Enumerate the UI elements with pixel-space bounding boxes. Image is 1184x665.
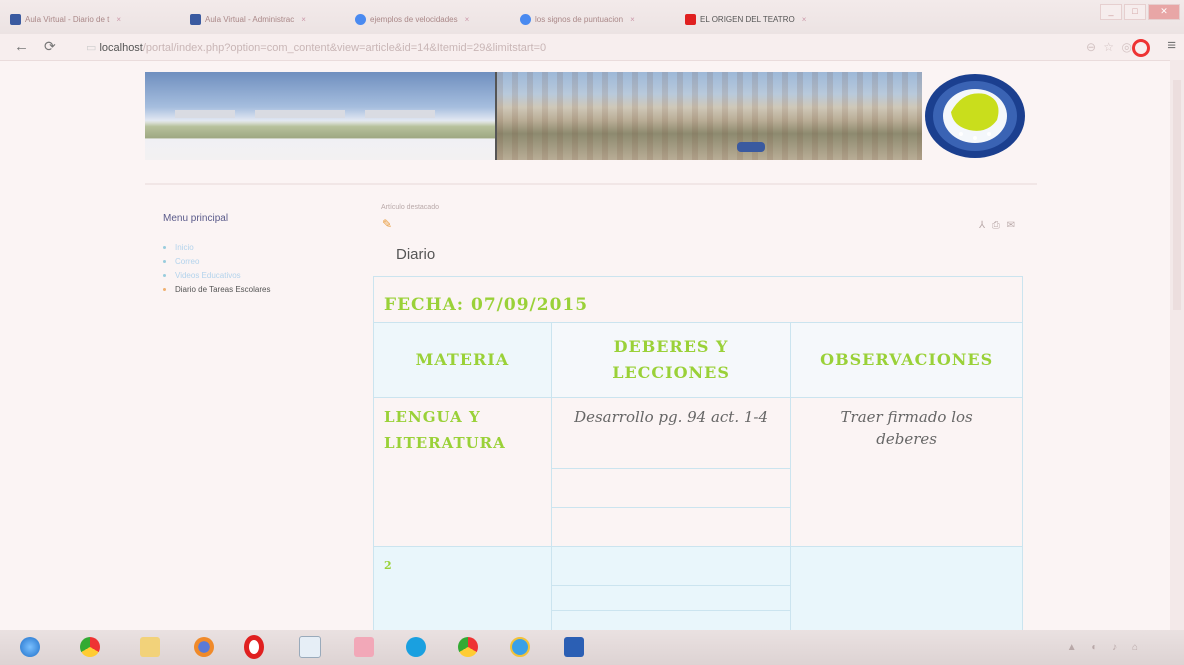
tab-velocidades[interactable]: ejemplos de velocidades × — [355, 10, 505, 28]
firefox-icon[interactable] — [190, 634, 218, 660]
menu-link[interactable]: Inicio — [175, 243, 194, 252]
page-title: Diario — [396, 246, 436, 263]
date-cell: FECHA: 07/09/2015 — [373, 276, 1023, 323]
featured-label: Artículo destacado — [381, 204, 439, 211]
tab-title: Aula Virtual - Diario de t — [25, 14, 110, 24]
tab-aula-diario[interactable]: Aula Virtual - Diario de t × — [10, 10, 170, 28]
windows-taskbar: ▲ ◐ ♪ ⌂ — [0, 630, 1184, 665]
opera-icon[interactable] — [240, 634, 268, 660]
menu-title: Menu principal — [163, 213, 229, 224]
youtube-favicon-icon — [685, 13, 696, 25]
reload-button[interactable]: ⟳ — [44, 38, 56, 55]
maximize-button[interactable]: □ — [1124, 4, 1146, 20]
ie-icon[interactable] — [506, 634, 534, 660]
menu-item-inicio[interactable]: Inicio — [163, 240, 353, 254]
close-tab-icon[interactable]: × — [301, 15, 306, 24]
opera-icon[interactable] — [1132, 39, 1150, 57]
back-button[interactable]: ← — [14, 38, 29, 55]
zoom-icon[interactable]: ⊖ — [1086, 40, 1096, 54]
google-favicon-icon — [520, 13, 531, 25]
bullet-icon — [163, 245, 166, 249]
task-cell-empty — [550, 585, 792, 611]
menu-link[interactable]: Correo — [175, 257, 199, 266]
google-favicon-icon — [355, 13, 366, 25]
scrollbar-thumb[interactable] — [1173, 80, 1181, 310]
close-window-button[interactable]: ✕ — [1148, 4, 1180, 20]
menu-item-videos[interactable]: Videos Educativos — [163, 268, 353, 282]
skype-icon[interactable] — [402, 634, 430, 660]
extension-icon[interactable]: ◎ — [1122, 40, 1132, 54]
banner-divider — [145, 183, 1037, 185]
minimize-button[interactable]: _ — [1100, 4, 1122, 20]
close-tab-icon[interactable]: × — [630, 15, 635, 24]
bullet-icon — [163, 273, 166, 277]
folder-icon[interactable] — [136, 634, 164, 660]
subject-cell: 2 — [373, 546, 552, 642]
column-header-materia: MATERIA — [373, 322, 552, 398]
hp-icon[interactable] — [296, 634, 324, 660]
observation-cell — [790, 546, 1023, 642]
system-tray[interactable]: ▲ ◐ ♪ ⌂ — [1067, 642, 1144, 653]
main-menu: Menu principal Inicio Correo Videos Educ… — [163, 213, 353, 296]
menu-link[interactable]: Videos Educativos — [175, 271, 241, 280]
word-icon[interactable] — [560, 634, 588, 660]
paint-icon[interactable] — [350, 634, 378, 660]
task-cell: Desarrollo pg. 94 act. 1-4 — [550, 397, 792, 469]
menu-icon[interactable]: ≡ — [1167, 37, 1176, 54]
bullet-icon — [163, 287, 166, 291]
tab-title: Aula Virtual - Administrac — [205, 14, 295, 24]
tab-aula-admin[interactable]: Aula Virtual - Administrac × — [190, 10, 340, 28]
email-icon[interactable]: ✉ — [1007, 220, 1017, 231]
aula-favicon-icon — [10, 13, 21, 25]
observation-cell: Traer firmado los deberes — [790, 397, 1023, 547]
site-banner — [145, 72, 1037, 162]
school-photo-left — [145, 72, 495, 160]
chrome-icon[interactable] — [454, 634, 482, 660]
bullet-icon — [163, 259, 166, 263]
page-icon: ▭ — [86, 42, 100, 54]
column-header-observaciones: OBSERVACIONES — [790, 322, 1023, 398]
tab-bar: Aula Virtual - Diario de t × Aula Virtua… — [0, 0, 1184, 34]
close-tab-icon[interactable]: × — [465, 15, 470, 24]
task-cell-empty — [550, 468, 792, 508]
address-bar: ← ⟳ ▭ localhost/portal/index.php?option=… — [0, 34, 1184, 61]
url-path: /portal/index.php?option=com_content&vie… — [142, 42, 547, 54]
aula-favicon-icon — [190, 13, 201, 25]
pdf-icon[interactable]: ⅄ — [979, 220, 987, 231]
close-tab-icon[interactable]: × — [116, 15, 121, 24]
article-actions: ⅄ ⎙ ✉ — [979, 220, 1017, 231]
tab-title: EL ORIGEN DEL TEATRO — [700, 14, 795, 24]
url-field[interactable]: ▭ localhost/portal/index.php?option=com_… — [86, 41, 546, 54]
window-controls: _ □ ✕ — [1100, 4, 1180, 20]
school-logo-icon — [923, 72, 1027, 160]
close-tab-icon[interactable]: × — [802, 15, 807, 24]
column-header-deberes: DEBERES Y LECCIONES — [550, 322, 792, 398]
tab-title: los signos de puntuacion — [535, 14, 624, 24]
featured-pin-icon: ✎ — [382, 217, 393, 231]
menu-link[interactable]: Diario de Tareas Escolares — [175, 285, 270, 294]
school-photo-right — [495, 72, 922, 160]
url-host: localhost — [99, 42, 143, 54]
task-cell-empty — [550, 507, 792, 547]
tab-title: ejemplos de velocidades — [370, 14, 458, 24]
start-orb-icon[interactable] — [16, 634, 44, 660]
tab-signos[interactable]: los signos de puntuacion × — [520, 10, 670, 28]
menu-item-diario[interactable]: Diario de Tareas Escolares — [163, 282, 353, 296]
subject-cell: LENGUA Y LITERATURA — [373, 397, 552, 547]
bookmark-star-icon[interactable]: ☆ — [1103, 40, 1114, 54]
print-icon[interactable]: ⎙ — [992, 220, 1002, 231]
diary-table: FECHA: 07/09/2015 MATERIA DEBERES Y LECC… — [373, 276, 1023, 642]
menu-item-correo[interactable]: Correo — [163, 254, 353, 268]
tab-teatro[interactable]: EL ORIGEN DEL TEATRO × — [685, 10, 845, 28]
task-cell — [550, 546, 792, 586]
page-scrollbar[interactable] — [1170, 60, 1184, 630]
chrome-icon[interactable] — [76, 634, 104, 660]
